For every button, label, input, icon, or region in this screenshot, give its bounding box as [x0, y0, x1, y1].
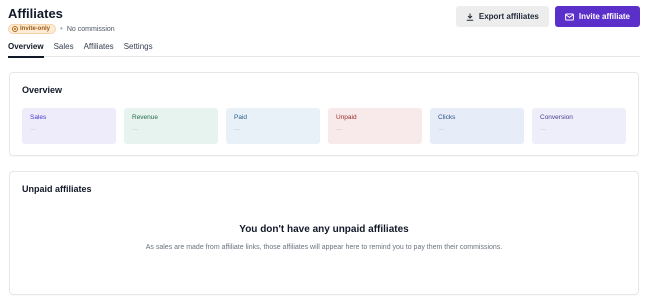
stat-label: Revenue: [132, 114, 159, 121]
invite-label: Invite affiliate: [578, 12, 630, 21]
page-header: Affiliates Invite-only • No commission E…: [8, 6, 640, 36]
page-title: Affiliates: [8, 6, 63, 21]
badge-label: Invite-only: [20, 26, 51, 32]
commission-text: No commission: [66, 25, 115, 33]
separator-dot: •: [60, 24, 63, 33]
download-icon: [466, 13, 474, 21]
tab-overview[interactable]: Overview: [8, 41, 44, 58]
mail-icon: [564, 13, 574, 21]
tab-bar: Overview Sales Affiliates Settings: [8, 41, 640, 58]
empty-state: You don't have any unpaid affiliates As …: [10, 224, 638, 254]
program-meta: Invite-only • No commission: [8, 24, 115, 34]
export-affiliates-button[interactable]: Export affiliates: [455, 6, 549, 27]
unpaid-affiliates-card: Unpaid affiliates You don't have any unp…: [9, 171, 639, 295]
stat-value: —: [30, 127, 36, 133]
unpaid-affiliates-title: Unpaid affiliates: [22, 184, 92, 194]
stat-revenue: Revenue —: [124, 108, 218, 144]
overview-title: Overview: [22, 85, 63, 95]
stat-sales: Sales —: [22, 108, 116, 144]
header-actions: Export affiliates Invite affiliate: [455, 6, 640, 27]
export-label: Export affiliates: [478, 12, 539, 21]
invite-icon: [12, 26, 18, 32]
stat-value: —: [438, 127, 444, 133]
overview-card: Overview Sales — Revenue — Paid — Unpaid…: [9, 72, 639, 156]
stat-clicks: Clicks —: [430, 108, 524, 144]
stat-label: Paid: [234, 114, 248, 121]
stat-value: —: [336, 127, 342, 133]
tab-sales[interactable]: Sales: [54, 41, 74, 57]
stat-value: —: [540, 127, 546, 133]
stat-label: Unpaid: [336, 114, 357, 121]
empty-state-description: As sales are made from affiliate links, …: [145, 244, 503, 251]
stat-label: Clicks: [438, 114, 456, 121]
tab-affiliates[interactable]: Affiliates: [84, 41, 114, 57]
stat-conversion: Conversion —: [532, 108, 626, 144]
tab-settings[interactable]: Settings: [124, 41, 153, 57]
stat-value: —: [132, 127, 138, 133]
stat-paid: Paid —: [226, 108, 320, 144]
stat-unpaid: Unpaid —: [328, 108, 422, 144]
stats-row: Sales — Revenue — Paid — Unpaid — Clicks…: [22, 108, 626, 144]
invite-only-badge: Invite-only: [8, 24, 57, 34]
stat-label: Sales: [30, 114, 47, 121]
stat-value: —: [234, 127, 240, 133]
stat-label: Conversion: [540, 114, 573, 121]
empty-state-title: You don't have any unpaid affiliates: [239, 224, 409, 235]
invite-affiliate-button[interactable]: Invite affiliate: [554, 6, 640, 27]
